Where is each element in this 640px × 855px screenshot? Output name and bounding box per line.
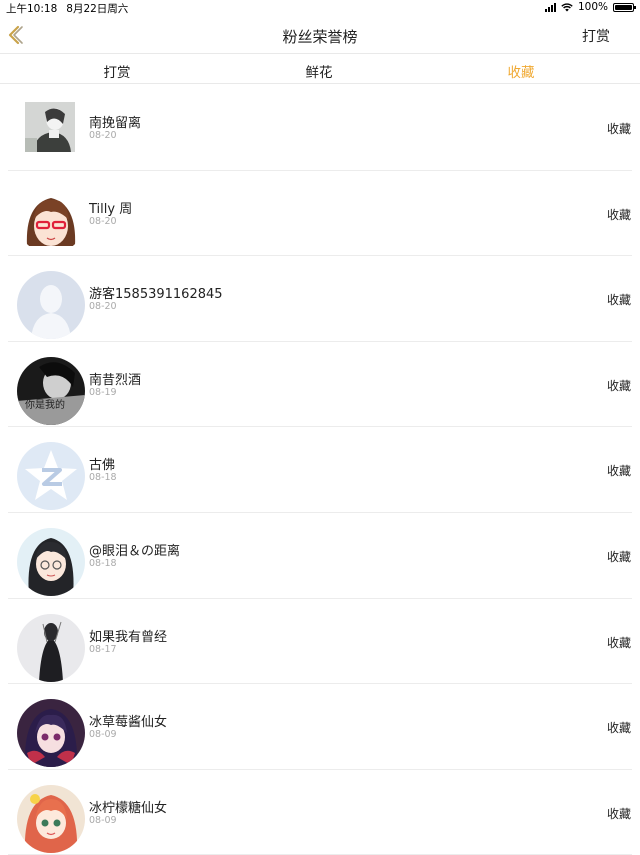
cellular-signal-icon [544,2,556,12]
fan-name: 冰草莓酱仙女 [89,715,168,731]
favorite-label[interactable]: 收藏 [607,634,631,651]
favorite-label[interactable]: 收藏 [607,805,631,822]
status-right: 100% [544,1,636,13]
wifi-icon [561,2,573,11]
list-item[interactable]: 冰柠檬糖仙女 08-09 收藏 [8,770,632,855]
fan-date: 08-09 [89,729,117,741]
dark-figure-avatar [17,613,85,682]
fan-date: 08-17 [89,643,117,655]
status-time: 上午10:18 [6,3,58,15]
anime-redhair-avatar [17,784,85,853]
fan-date: 08-20 [89,130,117,141]
favorite-label[interactable]: 收藏 [607,377,631,394]
list-item[interactable]: 你是我的 南昔烈酒 08-19 收藏 [8,342,632,428]
favorite-label[interactable]: 收藏 [607,206,631,223]
fan-date: 08-18 [89,557,117,569]
avatar-caption: 你是我的 [25,398,65,411]
fan-name: 游客1585391162845 [89,287,223,303]
favorite-label[interactable]: 收藏 [607,719,631,736]
status-bar: 上午10:18 8月22日周六 100% [0,0,640,16]
qzone-star-avatar [17,442,85,511]
favorite-label[interactable]: 收藏 [607,291,631,308]
list-item[interactable]: 游客1585391162845 08-20 收藏 [8,256,632,342]
fan-list: 南挽留离 08-20 收藏 Tilly 周 08-20 收藏 游客1585391… [0,85,640,855]
monochrome-photo-avatar: 你是我的 [17,356,85,425]
tab-bar: 打赏 鲜花 收藏 [0,53,640,84]
fan-name: 南昔烈酒 [89,372,142,388]
status-date: 8月22日周六 [66,3,129,15]
fan-name: 南挽留离 [89,116,142,131]
battery-percent: 100% [577,1,608,13]
tab-reward[interactable]: 打赏 [104,61,131,81]
fan-name: Tilly 周 [89,201,133,217]
tab-favorites[interactable]: 收藏 [508,61,535,81]
fan-date: 08-18 [89,472,117,484]
battery-icon [613,2,636,12]
status-left: 上午10:18 8月22日周六 [6,1,128,16]
fan-date: 08-09 [89,814,117,826]
fan-name: 如果我有曾经 [89,629,168,645]
anime-girl-avatar [17,527,85,596]
favorite-label[interactable]: 收藏 [607,120,631,137]
fan-date: 08-20 [89,301,117,313]
navigation-bar: 粉丝荣誉榜 打赏 [0,17,640,53]
page-title: 粉丝荣誉榜 [282,28,358,46]
anime-character-avatar [17,699,85,768]
reward-button[interactable]: 打赏 [582,26,610,46]
fan-name: 冰柠檬糖仙女 [89,800,168,816]
favorite-label[interactable]: 收藏 [607,548,631,565]
favorite-label[interactable]: 收藏 [607,462,631,479]
list-item[interactable]: Tilly 周 08-20 收藏 [8,171,632,257]
list-item[interactable]: 古佛 08-18 收藏 [8,427,632,513]
tab-flowers[interactable]: 鲜花 [306,61,333,81]
list-item[interactable]: 冰草莓酱仙女 08-09 收藏 [8,684,632,770]
fan-name: 古佛 [89,458,116,474]
anime-girl-glasses-avatar [17,185,85,254]
photo-avatar [25,102,75,152]
list-item[interactable]: 南挽留离 08-20 收藏 [8,85,632,171]
default-person-avatar [17,271,85,340]
fan-name: @眼泪＆の距离 [89,543,181,559]
list-item[interactable]: @眼泪＆の距离 08-18 收藏 [8,513,632,599]
list-item[interactable]: 如果我有曾经 08-17 收藏 [8,599,632,685]
fan-date: 08-19 [89,386,117,398]
fan-date: 08-20 [89,215,117,227]
